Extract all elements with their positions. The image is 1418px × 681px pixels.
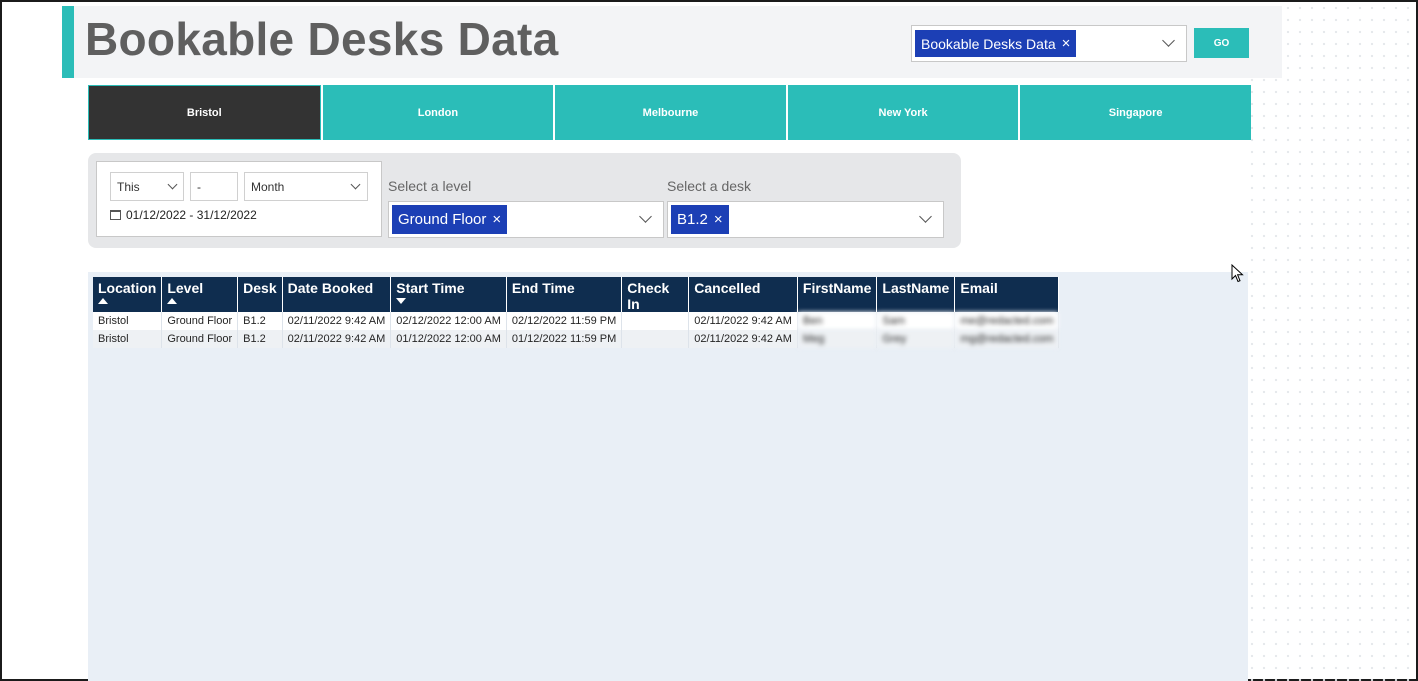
level-chip[interactable]: Ground Floor × xyxy=(392,205,508,234)
column-header-location[interactable]: Location xyxy=(93,277,163,312)
cell-level: Ground Floor xyxy=(161,312,239,330)
close-icon[interactable]: × xyxy=(1062,35,1071,52)
cell-end-time: 02/12/2022 11:59 PM xyxy=(506,312,623,330)
sort-ascending-icon[interactable] xyxy=(98,298,108,304)
report-select[interactable]: Bookable Desks Data × xyxy=(911,25,1187,62)
cell-start-time: 02/12/2022 12:00 AM xyxy=(390,312,507,330)
sort-ascending-icon[interactable] xyxy=(167,298,178,304)
page-title: Bookable Desks Data xyxy=(85,13,559,65)
column-header-level[interactable]: Level xyxy=(161,277,239,312)
table-row[interactable]: Bristol Ground Floor B1.2 02/11/2022 9:4… xyxy=(93,312,1060,330)
cell-lastname: Grey xyxy=(876,330,956,348)
cell-location: Bristol xyxy=(93,330,163,348)
tab-new-york[interactable]: New York xyxy=(787,85,1019,140)
relative-select[interactable]: This xyxy=(110,172,184,201)
bookings-table: Location Level Desk Date Booked Start Ti… xyxy=(93,277,1060,348)
level-slicer[interactable]: Ground Floor × xyxy=(388,201,664,238)
cell-end-time: 01/12/2022 11:59 PM xyxy=(506,330,623,348)
desk-slicer[interactable]: B1.2 × xyxy=(667,201,944,238)
column-header-check-in[interactable]: Check In xyxy=(621,277,690,312)
cell-location: Bristol xyxy=(93,312,163,330)
tab-london[interactable]: London xyxy=(322,85,554,140)
location-tabs: Bristol London Melbourne New York Singap… xyxy=(88,85,1251,140)
report-chip-label: Bookable Desks Data xyxy=(921,35,1056,52)
column-header-email[interactable]: Email xyxy=(954,277,1060,312)
column-header-desk[interactable]: Desk xyxy=(237,277,283,312)
level-filter-label: Select a level xyxy=(388,178,472,194)
report-chip[interactable]: Bookable Desks Data × xyxy=(915,30,1077,57)
cell-check-in xyxy=(621,330,690,348)
go-button[interactable]: GO xyxy=(1194,28,1249,58)
unit-select[interactable]: Month xyxy=(244,172,368,201)
mouse-cursor-icon xyxy=(1231,264,1244,283)
cell-date-booked: 02/11/2022 9:42 AM xyxy=(282,312,392,330)
cell-firstname: Meg xyxy=(797,330,878,348)
cell-cancelled: 02/11/2022 9:42 AM xyxy=(688,330,798,348)
relative-value: This xyxy=(117,179,140,194)
column-header-end-time[interactable]: End Time xyxy=(506,277,623,312)
cell-cancelled: 02/11/2022 9:42 AM xyxy=(688,312,798,330)
calendar-icon xyxy=(110,210,121,220)
count-value: - xyxy=(197,179,201,194)
cell-firstname: Ben xyxy=(797,312,878,330)
column-header-cancelled[interactable]: Cancelled xyxy=(688,277,798,312)
count-input[interactable]: - xyxy=(190,172,238,201)
chevron-down-icon[interactable] xyxy=(1162,34,1175,47)
desk-chip[interactable]: B1.2 × xyxy=(671,205,729,234)
cell-desk: B1.2 xyxy=(237,312,283,330)
column-header-lastname[interactable]: LastName xyxy=(876,277,956,312)
cell-lastname: Sam xyxy=(876,312,956,330)
tab-bristol[interactable]: Bristol xyxy=(88,85,321,140)
tab-singapore[interactable]: Singapore xyxy=(1020,85,1251,140)
desk-chip-label: B1.2 xyxy=(677,211,708,228)
chevron-down-icon[interactable] xyxy=(639,210,652,223)
chevron-down-icon[interactable] xyxy=(350,179,361,190)
cell-email: me@redacted.com xyxy=(954,312,1060,330)
column-header-date-booked[interactable]: Date Booked xyxy=(282,277,392,312)
title-accent-bar xyxy=(62,6,74,78)
cell-email: mg@redacted.com xyxy=(954,330,1060,348)
sort-descending-icon[interactable] xyxy=(396,298,407,304)
level-chip-label: Ground Floor xyxy=(398,211,487,228)
unit-value: Month xyxy=(251,179,285,194)
date-range: 01/12/2022 - 31/12/2022 xyxy=(110,208,257,222)
cell-level: Ground Floor xyxy=(161,330,239,348)
background-dots xyxy=(1246,2,1416,681)
close-icon[interactable]: × xyxy=(492,211,501,228)
column-header-firstname[interactable]: FirstName xyxy=(797,277,878,312)
column-header-start-time[interactable]: Start Time xyxy=(390,277,507,312)
cell-check-in xyxy=(621,312,690,330)
date-range-text: 01/12/2022 - 31/12/2022 xyxy=(126,208,257,222)
table-row[interactable]: Bristol Ground Floor B1.2 02/11/2022 9:4… xyxy=(93,330,1060,348)
chevron-down-icon[interactable] xyxy=(919,210,932,223)
desk-filter-label: Select a desk xyxy=(667,178,752,194)
close-icon[interactable]: × xyxy=(714,211,723,228)
tab-melbourne[interactable]: Melbourne xyxy=(555,85,786,140)
cell-desk: B1.2 xyxy=(237,330,283,348)
chevron-down-icon[interactable] xyxy=(167,179,178,190)
cell-date-booked: 02/11/2022 9:42 AM xyxy=(282,330,392,348)
cell-start-time: 01/12/2022 12:00 AM xyxy=(390,330,507,348)
